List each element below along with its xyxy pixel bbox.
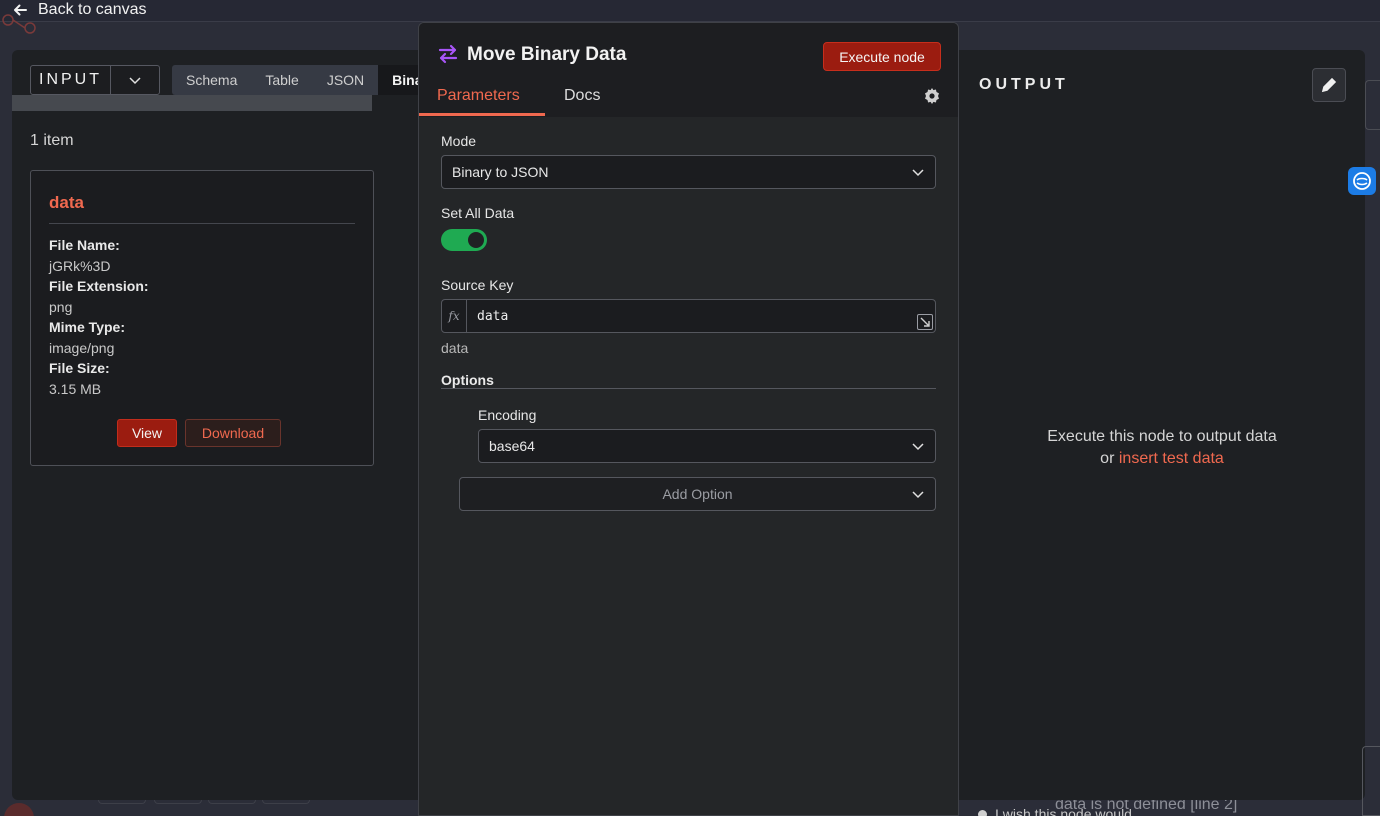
assistant-extension-badge[interactable] xyxy=(1348,167,1376,195)
active-tab-indicator xyxy=(419,113,545,116)
input-scroll-track[interactable] xyxy=(12,95,372,111)
tab-binary[interactable]: Binary xyxy=(378,65,420,95)
canvas-tile xyxy=(208,800,256,804)
options-label: Options xyxy=(441,372,494,388)
feedback-text: I wish this node would... xyxy=(995,806,1144,816)
file-size-value: 3.15 MB xyxy=(49,380,102,397)
source-key-value: data xyxy=(477,308,509,324)
chevron-down-icon xyxy=(111,73,159,87)
file-extension-value: png xyxy=(49,298,73,315)
tab-parameters[interactable]: Parameters xyxy=(437,87,520,105)
pencil-icon xyxy=(1321,77,1337,93)
chevron-down-icon xyxy=(912,491,924,499)
set-all-data-label: Set All Data xyxy=(441,205,515,221)
chevron-down-icon xyxy=(912,169,924,177)
input-view-tabs: Schema Table JSON Binary xyxy=(172,65,420,95)
canvas-side-panel-edge xyxy=(1365,80,1380,130)
tab-docs[interactable]: Docs xyxy=(564,87,600,105)
input-selector-label: INPUT xyxy=(31,66,111,94)
add-option-label: Add Option xyxy=(662,486,733,502)
execute-node-button[interactable]: Execute node xyxy=(823,42,941,71)
swap-arrows-icon xyxy=(438,44,458,64)
top-bar: Back to canvas xyxy=(0,0,1380,22)
tab-schema[interactable]: Schema xyxy=(172,65,251,95)
input-panel: INPUT Schema Table JSON Binary 1 item da… xyxy=(12,50,420,800)
canvas-connector-icon xyxy=(2,14,36,34)
encoding-value: base64 xyxy=(489,438,535,454)
source-key-hint: data xyxy=(441,340,469,356)
output-message-text: Execute this node to output data xyxy=(1047,428,1277,445)
add-option-dropdown[interactable]: Add Option xyxy=(459,477,936,511)
canvas-side-box xyxy=(1362,746,1380,816)
source-key-label: Source Key xyxy=(441,277,514,293)
canvas-tile xyxy=(98,800,146,804)
mode-select[interactable]: Binary to JSON xyxy=(441,155,936,189)
gear-icon[interactable] xyxy=(923,87,941,105)
tab-table[interactable]: Table xyxy=(251,65,312,95)
node-settings-panel: Move Binary Data Execute node Parameters… xyxy=(418,22,959,816)
output-or-text: or xyxy=(1100,450,1115,467)
file-name-value: jGRk%3D xyxy=(49,257,111,274)
download-button[interactable]: Download xyxy=(185,419,281,447)
background-feedback: I wish this node would... xyxy=(978,806,1144,816)
back-to-canvas-label: Back to canvas xyxy=(38,1,147,18)
file-size-label: File Size: xyxy=(49,360,110,376)
file-metadata: File Name: jGRk%3D File Extension: png M… xyxy=(49,235,149,399)
binary-key-title: data xyxy=(49,193,84,212)
node-header: Move Binary Data Execute node Parameters… xyxy=(419,23,958,117)
toggle-knob xyxy=(468,232,484,248)
file-name-label: File Name: xyxy=(49,237,120,253)
card-divider xyxy=(49,223,355,224)
bulb-icon xyxy=(978,809,987,816)
binary-data-card: data File Name: jGRk%3D File Extension: … xyxy=(30,170,374,466)
expand-editor-icon[interactable] xyxy=(917,314,933,330)
mode-label: Mode xyxy=(441,133,477,149)
output-title: OUTPUT xyxy=(979,76,1069,93)
insert-test-data-link[interactable]: insert test data xyxy=(1119,450,1224,467)
encoding-label: Encoding xyxy=(478,407,537,423)
fx-icon[interactable]: fx xyxy=(442,300,467,332)
source-key-input[interactable]: fx data xyxy=(441,299,936,333)
item-count: 1 item xyxy=(30,132,74,149)
edit-output-button[interactable] xyxy=(1312,68,1346,102)
canvas-node-dot xyxy=(4,803,34,816)
input-selector[interactable]: INPUT xyxy=(30,65,160,95)
mime-type-value: image/png xyxy=(49,339,115,356)
node-title[interactable]: Move Binary Data xyxy=(467,44,626,66)
mime-type-label: Mime Type: xyxy=(49,319,125,335)
canvas-tile xyxy=(154,800,202,804)
encoding-select[interactable]: base64 xyxy=(478,429,936,463)
mode-value: Binary to JSON xyxy=(452,164,549,180)
output-empty-message: Execute this node to output data or inse… xyxy=(959,426,1365,470)
chevron-down-icon xyxy=(912,443,924,451)
output-panel: OUTPUT Execute this node to output data … xyxy=(959,50,1365,800)
options-divider xyxy=(441,388,936,389)
view-button[interactable]: View xyxy=(117,419,177,447)
tab-json[interactable]: JSON xyxy=(313,65,378,95)
set-all-data-toggle[interactable] xyxy=(441,229,487,251)
file-extension-label: File Extension: xyxy=(49,278,149,294)
brain-icon xyxy=(1353,172,1371,190)
canvas-tile xyxy=(262,800,310,804)
